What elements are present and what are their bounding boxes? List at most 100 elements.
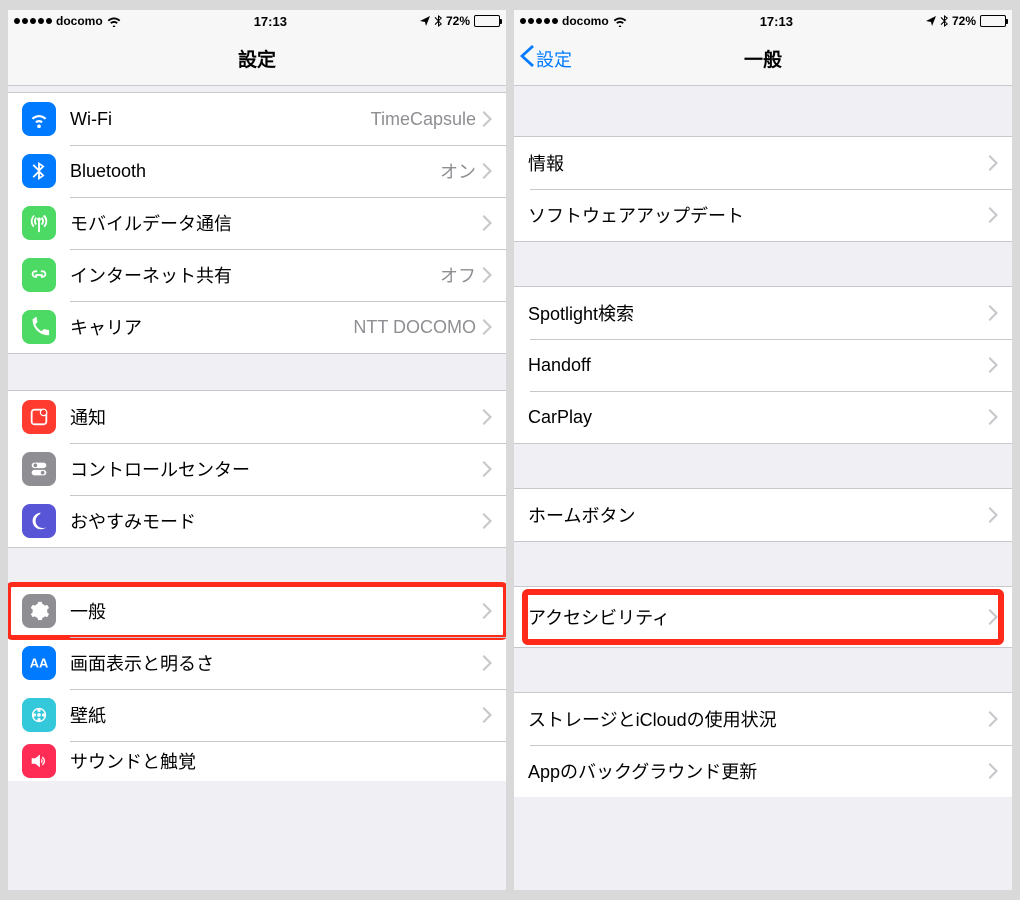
row-carrier[interactable]: キャリア NTT DOCOMO — [8, 301, 506, 353]
location-icon — [926, 16, 936, 26]
row-handoff[interactable]: Handoff — [514, 339, 1012, 391]
battery-icon — [474, 15, 500, 27]
row-value: オン — [440, 158, 476, 184]
row-label: コントロールセンター — [70, 456, 250, 482]
row-cellular[interactable]: モバイルデータ通信 — [8, 197, 506, 249]
row-background-refresh[interactable]: Appのバックグラウンド更新 — [514, 745, 1012, 797]
row-bluetooth[interactable]: Bluetooth オン — [8, 145, 506, 197]
chevron-right-icon — [988, 609, 998, 625]
row-value: NTT DOCOMO — [353, 317, 476, 338]
row-label: Appのバックグラウンド更新 — [528, 758, 757, 784]
wifi-icon — [107, 16, 121, 27]
row-storage[interactable]: ストレージとiCloudの使用状況 — [514, 693, 1012, 745]
display-icon: AA — [22, 646, 56, 680]
row-display[interactable]: AA 画面表示と明るさ — [8, 637, 506, 689]
svg-text:AA: AA — [30, 656, 49, 671]
row-label: Handoff — [528, 355, 591, 376]
row-wifi[interactable]: Wi-Fi TimeCapsule — [8, 93, 506, 145]
phone-icon — [22, 310, 56, 344]
row-label: 情報 — [528, 150, 564, 176]
row-label: インターネット共有 — [70, 262, 232, 288]
hotspot-icon — [22, 258, 56, 292]
gear-icon — [22, 594, 56, 628]
signal-strength-icon — [520, 18, 558, 24]
row-label: モバイルデータ通信 — [70, 210, 232, 236]
chevron-right-icon — [988, 155, 998, 171]
chevron-right-icon — [988, 357, 998, 373]
status-bar: docomo 17:13 72% — [514, 10, 1012, 32]
row-label: サウンドと触覚 — [70, 748, 196, 774]
clock: 17:13 — [125, 14, 416, 29]
carrier-label: docomo — [56, 14, 103, 28]
wifi-icon — [22, 102, 56, 136]
navbar: 設定 — [8, 32, 506, 86]
row-label: Bluetooth — [70, 161, 146, 182]
page-title: 設定 — [8, 45, 506, 72]
chevron-right-icon — [482, 267, 492, 283]
chevron-right-icon — [482, 215, 492, 231]
status-bar: docomo 17:13 72% — [8, 10, 506, 32]
row-notifications[interactable]: 通知 — [8, 391, 506, 443]
notifications-icon — [22, 400, 56, 434]
chevron-right-icon — [482, 461, 492, 477]
moon-icon — [22, 504, 56, 538]
chevron-right-icon — [988, 409, 998, 425]
battery-percent: 72% — [952, 14, 976, 28]
signal-strength-icon — [14, 18, 52, 24]
chevron-right-icon — [482, 319, 492, 335]
row-do-not-disturb[interactable]: おやすみモード — [8, 495, 506, 547]
chevron-right-icon — [482, 707, 492, 723]
row-label: 壁紙 — [70, 702, 106, 728]
row-home-button[interactable]: ホームボタン — [514, 489, 1012, 541]
row-label: ソフトウェアアップデート — [528, 202, 744, 228]
clock: 17:13 — [631, 14, 922, 29]
chevron-right-icon — [988, 711, 998, 727]
cellular-icon — [22, 206, 56, 240]
settings-general-screen: docomo 17:13 72% 設定 一般 情報 — [514, 10, 1012, 890]
row-label: 画面表示と明るさ — [70, 650, 214, 676]
row-label: Wi-Fi — [70, 109, 112, 130]
row-label: CarPlay — [528, 407, 592, 428]
row-control-center[interactable]: コントロールセンター — [8, 443, 506, 495]
row-spotlight[interactable]: Spotlight検索 — [514, 287, 1012, 339]
row-wallpaper[interactable]: 壁紙 — [8, 689, 506, 741]
chevron-right-icon — [988, 305, 998, 321]
sounds-icon — [22, 744, 56, 778]
row-label: ストレージとiCloudの使用状況 — [528, 706, 777, 732]
row-sounds[interactable]: サウンドと触覚 — [8, 741, 506, 781]
row-label: キャリア — [70, 314, 142, 340]
navbar: 設定 一般 — [514, 32, 1012, 86]
row-label: Spotlight検索 — [528, 300, 634, 326]
row-hotspot[interactable]: インターネット共有 オフ — [8, 249, 506, 301]
row-about[interactable]: 情報 — [514, 137, 1012, 189]
chevron-right-icon — [482, 513, 492, 529]
row-label: おやすみモード — [70, 508, 196, 534]
row-label: ホームボタン — [528, 502, 635, 528]
settings-root-screen: docomo 17:13 72% 設定 Wi-Fi TimeCapsule — [8, 10, 506, 890]
row-value: TimeCapsule — [371, 109, 476, 130]
carrier-label: docomo — [562, 14, 609, 28]
row-software-update[interactable]: ソフトウェアアップデート — [514, 189, 1012, 241]
row-label: 一般 — [70, 598, 106, 624]
bluetooth-icon — [940, 15, 948, 27]
row-label: 通知 — [70, 404, 106, 430]
row-label: アクセシビリティ — [528, 604, 670, 630]
battery-percent: 72% — [446, 14, 470, 28]
row-accessibility[interactable]: アクセシビリティ — [514, 587, 1012, 647]
row-value: オフ — [440, 262, 476, 288]
battery-icon — [980, 15, 1006, 27]
chevron-right-icon — [482, 111, 492, 127]
chevron-right-icon — [482, 163, 492, 179]
chevron-right-icon — [482, 603, 492, 619]
chevron-right-icon — [482, 655, 492, 671]
chevron-right-icon — [482, 409, 492, 425]
chevron-right-icon — [988, 507, 998, 523]
bluetooth-icon — [434, 15, 442, 27]
location-icon — [420, 16, 430, 26]
chevron-right-icon — [988, 207, 998, 223]
chevron-right-icon — [988, 763, 998, 779]
page-title: 一般 — [514, 45, 1012, 72]
wallpaper-icon — [22, 698, 56, 732]
row-carplay[interactable]: CarPlay — [514, 391, 1012, 443]
row-general[interactable]: 一般 — [8, 585, 506, 637]
